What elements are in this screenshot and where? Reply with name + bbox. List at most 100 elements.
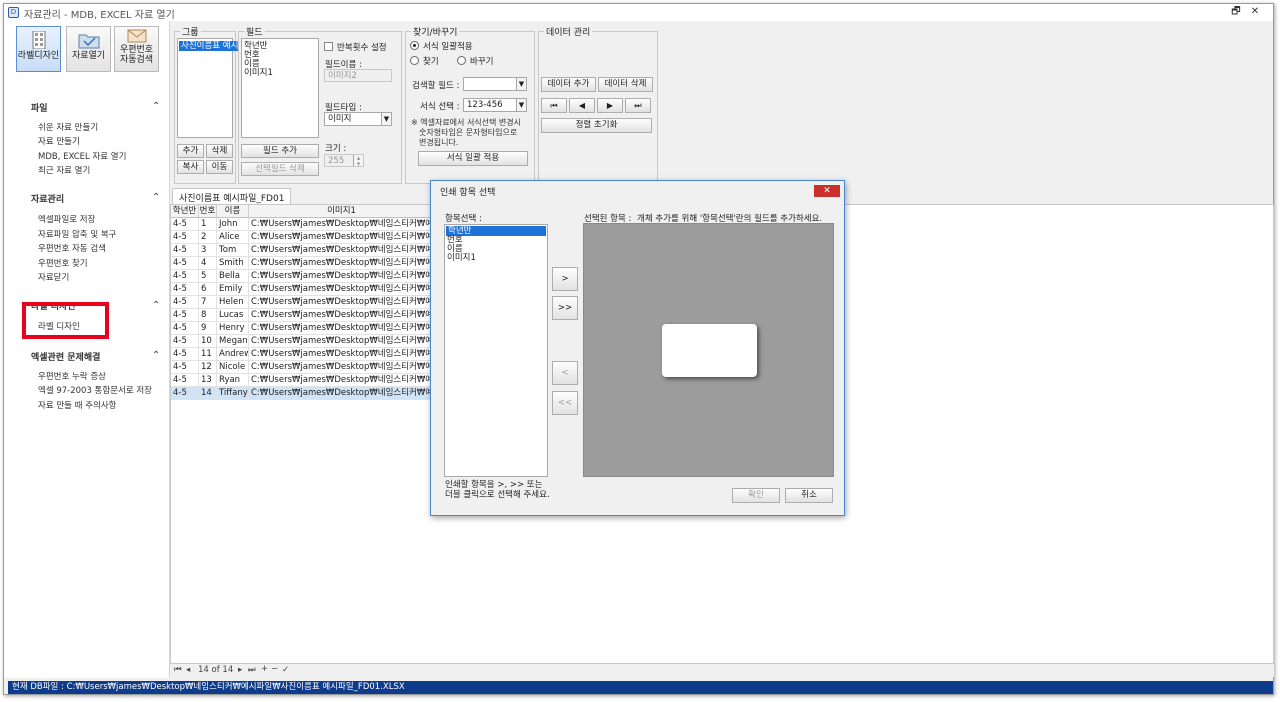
cell-name[interactable]: John — [217, 218, 249, 231]
nav-first-icon[interactable]: ⏮ — [174, 665, 182, 675]
cell-number[interactable]: 14 — [199, 387, 217, 400]
cell-class[interactable]: 4-5 — [171, 348, 199, 361]
format-select[interactable]: 123-456 ▼ — [463, 98, 527, 112]
cell-class[interactable]: 4-5 — [171, 374, 199, 387]
reset-sort-button[interactable]: 정렬 초기화 — [541, 118, 652, 133]
chevron-up-icon[interactable]: ⌃ — [152, 300, 160, 311]
cell-name[interactable]: Helen — [217, 296, 249, 309]
cell-number[interactable]: 10 — [199, 335, 217, 348]
column-header-image1[interactable]: 이미지1 — [249, 205, 435, 218]
cell-name[interactable]: Smith — [217, 257, 249, 270]
close-icon[interactable]: ✕ — [1248, 5, 1262, 19]
cell-image-path[interactable]: C:₩Users₩james₩Desktop₩네임스티커₩예시파일₩ — [249, 335, 435, 348]
sidebar-item-compress[interactable]: 자료파일 압축 및 복구 — [38, 228, 117, 240]
group-listbox[interactable]: 사진이름표 예시 — [177, 38, 241, 138]
ok-button[interactable]: 확인 — [732, 488, 780, 503]
move-left-button[interactable]: < — [552, 361, 578, 385]
cell-image-path[interactable]: C:₩Users₩james₩Desktop₩네임스티커₩예시파일₩ — [249, 361, 435, 374]
cell-number[interactable]: 5 — [199, 270, 217, 283]
cell-name[interactable]: Andrew — [217, 348, 249, 361]
group-copy-button[interactable]: 복사 — [177, 160, 204, 174]
group-delete-button[interactable]: 삭제 — [206, 144, 233, 158]
cell-image-path[interactable]: C:₩Users₩james₩Desktop₩네임스티커₩예시파일₩ — [249, 296, 435, 309]
list-item[interactable]: 이미지1 — [447, 253, 476, 263]
cell-image-path[interactable]: C:₩Users₩james₩Desktop₩네임스티커₩예시파일₩ — [249, 218, 435, 231]
chevron-up-icon[interactable]: ⌃ — [152, 350, 160, 361]
sidebar-item-easy-create[interactable]: 쉬운 자료 만들기 — [38, 121, 98, 133]
postal-search-button[interactable]: 우편번호 자동검색 — [114, 26, 159, 72]
add-field-button[interactable]: 필드 추가 — [241, 144, 319, 158]
prev-record-button[interactable]: ◀ — [569, 98, 595, 113]
cell-class[interactable]: 4-5 — [171, 257, 199, 270]
nav-prev-icon[interactable]: ◂ — [186, 665, 190, 675]
nav-next-icon[interactable]: ▸ — [238, 665, 242, 675]
cell-class[interactable]: 4-5 — [171, 231, 199, 244]
cell-class[interactable]: 4-5 — [171, 283, 199, 296]
next-record-button[interactable]: ▶ — [597, 98, 623, 113]
field-type-select[interactable]: 이미지 ▼ — [324, 112, 392, 126]
cell-number[interactable]: 3 — [199, 244, 217, 257]
sidebar-item-postal-find[interactable]: 우편번호 찾기 — [38, 257, 88, 269]
size-stepper[interactable]: 255 ▴ ▾ — [324, 154, 364, 168]
cell-class[interactable]: 4-5 — [171, 244, 199, 257]
cell-name[interactable]: Tiffany — [217, 387, 249, 400]
cell-name[interactable]: Nicole — [217, 361, 249, 374]
sidebar-item-recent[interactable]: 최근 자료 열기 — [38, 164, 90, 176]
cell-image-path[interactable]: C:₩Users₩james₩Desktop₩네임스티커₩예시파일₩ — [249, 322, 435, 335]
sidebar-item-postal-auto[interactable]: 우편번호 자동 검색 — [38, 242, 106, 254]
cell-number[interactable]: 7 — [199, 296, 217, 309]
apply-format-button[interactable]: 서식 일괄 적용 — [418, 151, 528, 166]
cell-name[interactable]: Henry — [217, 322, 249, 335]
first-record-button[interactable]: ⏮ — [541, 98, 567, 113]
radio-find[interactable] — [410, 56, 419, 65]
list-item[interactable]: 이미지1 — [244, 68, 273, 78]
cell-number[interactable]: 8 — [199, 309, 217, 322]
open-data-button[interactable]: 자료열기 — [66, 26, 111, 72]
restore-icon[interactable]: 🗗 — [1229, 5, 1243, 19]
cell-class[interactable]: 4-5 — [171, 270, 199, 283]
sidebar-item-open-mdb-excel[interactable]: MDB, EXCEL 자료 열기 — [38, 150, 126, 162]
cell-class[interactable]: 4-5 — [171, 335, 199, 348]
cell-image-path[interactable]: C:₩Users₩james₩Desktop₩네임스티커₩예시파일₩ — [249, 374, 435, 387]
radio-replace[interactable] — [457, 56, 466, 65]
chevron-up-icon[interactable]: ⌃ — [152, 192, 160, 203]
cell-name[interactable]: Lucas — [217, 309, 249, 322]
sidebar-item-create[interactable]: 자료 만들기 — [38, 135, 80, 147]
add-data-button[interactable]: 데이터 추가 — [541, 77, 596, 92]
items-listbox[interactable]: 학년반 번호 이름 이미지1 — [444, 224, 548, 477]
cell-image-path[interactable]: C:₩Users₩james₩Desktop₩네임스티커₩예시파일₩ — [249, 231, 435, 244]
cell-image-path[interactable]: C:₩Users₩james₩Desktop₩네임스티커₩예시파일₩ — [249, 270, 435, 283]
cell-name[interactable]: Tom — [217, 244, 249, 257]
cell-class[interactable]: 4-5 — [171, 361, 199, 374]
delete-field-button[interactable]: 선택필드 삭제 — [241, 162, 319, 176]
nav-confirm-icon[interactable]: ✓ — [282, 665, 289, 675]
chevron-up-icon[interactable]: ⌃ — [152, 101, 160, 112]
move-right-button[interactable]: > — [552, 267, 578, 291]
list-item[interactable]: 사진이름표 예시 — [179, 41, 241, 51]
cell-image-path[interactable]: C:₩Users₩james₩Desktop₩네임스티커₩예시파일₩ — [249, 387, 435, 400]
group-move-button[interactable]: 이동 — [206, 160, 233, 174]
delete-data-button[interactable]: 데이터 삭제 — [598, 77, 653, 92]
cell-name[interactable]: Megan — [217, 335, 249, 348]
sidebar-item-close-data[interactable]: 자료닫기 — [38, 271, 69, 283]
cell-name[interactable]: Alice — [217, 231, 249, 244]
cell-number[interactable]: 11 — [199, 348, 217, 361]
column-header-number[interactable]: 번호 — [199, 205, 217, 218]
cell-class[interactable]: 4-5 — [171, 387, 199, 400]
cell-image-path[interactable]: C:₩Users₩james₩Desktop₩네임스티커₩예시파일₩ — [249, 309, 435, 322]
cell-number[interactable]: 1 — [199, 218, 217, 231]
label-design-button[interactable]: 라벨디자인 — [16, 26, 61, 72]
cell-class[interactable]: 4-5 — [171, 309, 199, 322]
last-record-button[interactable]: ⏭ — [625, 98, 651, 113]
cell-class[interactable]: 4-5 — [171, 322, 199, 335]
sidebar-item-save-excel[interactable]: 엑셀파일로 저장 — [38, 213, 95, 225]
cell-number[interactable]: 4 — [199, 257, 217, 270]
cancel-button[interactable]: 취소 — [785, 488, 833, 503]
cell-image-path[interactable]: C:₩Users₩james₩Desktop₩네임스티커₩예시파일₩ — [249, 283, 435, 296]
field-listbox[interactable]: 학년반 번호 이름 이미지1 — [241, 38, 319, 138]
radio-format[interactable] — [410, 41, 419, 50]
cell-image-path[interactable]: C:₩Users₩james₩Desktop₩네임스티커₩예시파일₩ — [249, 348, 435, 361]
cell-image-path[interactable]: C:₩Users₩james₩Desktop₩네임스티커₩예시파일₩ — [249, 257, 435, 270]
cell-number[interactable]: 6 — [199, 283, 217, 296]
repeat-checkbox[interactable] — [324, 42, 333, 51]
